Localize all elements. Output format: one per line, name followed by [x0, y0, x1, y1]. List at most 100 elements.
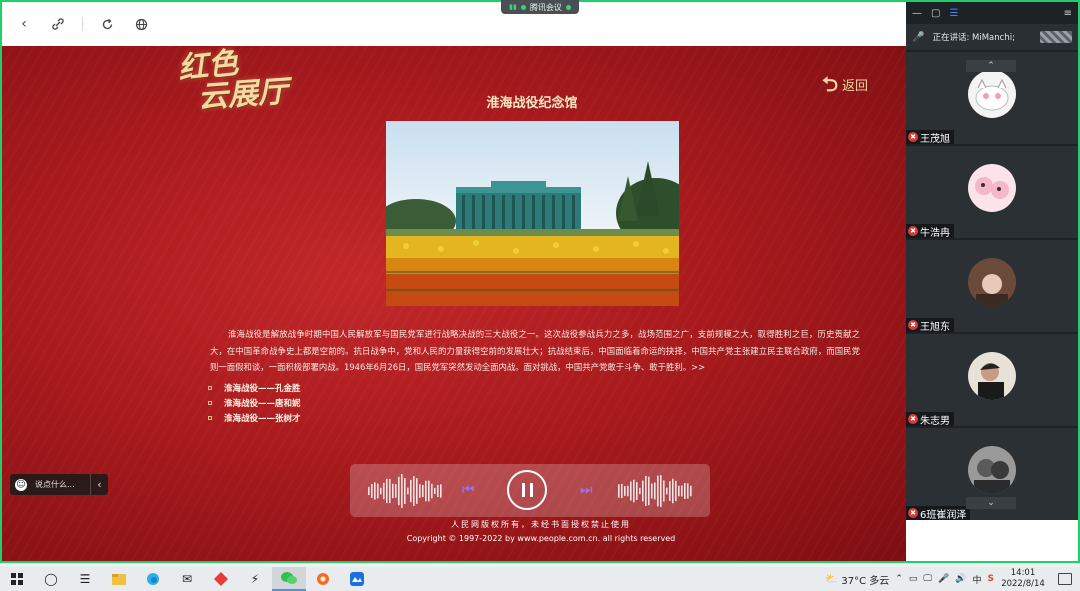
- notification-center-icon[interactable]: [1058, 573, 1072, 585]
- meeting-status-pill[interactable]: ▮▮ 腾讯会议: [501, 0, 579, 14]
- clock-date: 2022/8/14: [1001, 579, 1045, 589]
- app-bolt-icon[interactable]: ⚡: [238, 567, 272, 591]
- video-panel-toolbar: — ▢ ☰ ≡: [906, 2, 1078, 24]
- windows-start-icon[interactable]: [0, 567, 34, 591]
- return-label: 返回: [842, 78, 869, 94]
- waveform-bar: [636, 482, 638, 500]
- waveform-bar: [440, 484, 442, 498]
- previous-track-button[interactable]: ⏮: [462, 482, 478, 498]
- tray-chevron-up-icon[interactable]: ⌃: [895, 574, 903, 584]
- waveform-bar: [678, 485, 680, 497]
- avatar: [968, 164, 1016, 212]
- volume-icon[interactable]: 🔊: [955, 574, 966, 584]
- microphone-tray-icon[interactable]: 🎤: [938, 574, 949, 584]
- avatar: [968, 258, 1016, 306]
- waveform-bar: [398, 476, 400, 506]
- mail-icon[interactable]: ✉: [170, 567, 204, 591]
- globe-icon[interactable]: [131, 14, 151, 34]
- wechat-icon[interactable]: [272, 567, 306, 591]
- system-clock[interactable]: 14:01 2022/8/14: [1000, 568, 1046, 590]
- waveform-bar: [672, 478, 674, 504]
- participant-tile[interactable]: ✖ 牛浩冉: [906, 146, 1078, 239]
- speaker-level-icon: [1040, 31, 1072, 43]
- pause-bar-left: [521, 483, 525, 497]
- story-link-item[interactable]: 淮海战役——孔金胜: [208, 380, 301, 395]
- browser-toolbar: ‹: [2, 2, 906, 46]
- waveform-bar: [621, 483, 623, 499]
- participant-name: ✖ 王茂旭: [906, 130, 954, 145]
- footer-copyright: Copyright © 1997-2022 by www.people.com.…: [406, 534, 676, 543]
- waveform-bar: [648, 476, 650, 506]
- waveform-bar: [684, 483, 686, 499]
- network-icon[interactable]: 🖵: [923, 574, 932, 584]
- waveform-bar: [675, 480, 677, 502]
- window-icon[interactable]: ▢: [931, 8, 940, 19]
- cloud-sun-icon: ⛅: [824, 573, 838, 585]
- participant-tile[interactable]: ✖ 王旭东: [906, 240, 1078, 333]
- waveform-bar: [642, 480, 644, 502]
- bullet-icon: [208, 415, 212, 420]
- tencent-meeting-icon[interactable]: [340, 567, 374, 591]
- avatar: [968, 352, 1016, 400]
- toolbar-divider: [82, 17, 83, 31]
- minimize-icon[interactable]: —: [912, 8, 922, 19]
- app-orange-icon[interactable]: [306, 567, 340, 591]
- weather-widget[interactable]: ⛅ 37°C 多云: [825, 572, 889, 587]
- chevron-left-icon[interactable]: ‹: [90, 474, 108, 495]
- sogou-input-icon[interactable]: S: [988, 574, 994, 584]
- waveform-bar: [657, 475, 659, 507]
- app-red-diamond-icon[interactable]: [204, 567, 238, 591]
- story-link-label: 淮海战役——孔金胜: [224, 383, 301, 394]
- refresh-icon[interactable]: [97, 14, 117, 34]
- meeting-status-dot-right: [565, 4, 571, 10]
- waveform-bar: [681, 485, 683, 497]
- bullet-icon: [208, 400, 212, 405]
- waveform-bar: [666, 487, 668, 495]
- pause-button[interactable]: [507, 470, 547, 510]
- waveform-bar: [386, 478, 388, 504]
- participant-name-text: 牛浩冉: [920, 227, 950, 239]
- battery-icon[interactable]: ▭: [909, 574, 918, 584]
- waveform-bar: [401, 474, 403, 508]
- participant-list: ✖ 王茂旭 ✖ 牛浩冉 ✖ 王旭东 ✖ 朱志男 ✖ 6班崔润泽: [906, 52, 1078, 522]
- input-method-indicator[interactable]: 中: [973, 573, 982, 586]
- back-icon[interactable]: ‹: [14, 14, 34, 34]
- story-link-label: 淮海战役——唐和妮: [224, 398, 301, 409]
- waveform-bar: [425, 480, 427, 502]
- task-view-icon[interactable]: ☰: [68, 567, 102, 591]
- participant-tile[interactable]: ✖ 朱志男: [906, 334, 1078, 427]
- menu-icon[interactable]: ≡: [1064, 8, 1072, 19]
- waveform-bar: [434, 487, 436, 495]
- search-icon[interactable]: ◯: [34, 567, 68, 591]
- scroll-up-button[interactable]: ⌃: [966, 60, 1016, 72]
- layout-icon[interactable]: ☰: [949, 8, 958, 19]
- waveform-bar: [413, 476, 415, 506]
- story-link-item[interactable]: 淮海战役——唐和妮: [208, 395, 301, 410]
- screen: ▮▮ 腾讯会议 ‹ 红色 云展厅 ⮌ 返回 淮海战役纪念馆 淮海战役是解放战争时…: [0, 0, 1080, 591]
- return-button[interactable]: ⮌ 返回: [822, 74, 868, 94]
- edge-browser-icon[interactable]: [136, 567, 170, 591]
- waveform-right: [618, 475, 692, 507]
- emoji-icon[interactable]: ☺: [15, 478, 27, 491]
- participant-name-text: 朱志男: [920, 415, 950, 427]
- mic-muted-icon: ✖: [908, 132, 918, 142]
- waveform-bar: [428, 480, 430, 502]
- participant-name-text: 王旭东: [920, 321, 950, 333]
- meeting-status-dot: [520, 4, 526, 10]
- scroll-down-button[interactable]: ⌄: [966, 497, 1016, 509]
- exhibition-page: 红色 云展厅 ⮌ 返回 淮海战役纪念馆 淮海战役是解放战争时期中国人民解放军与国…: [2, 46, 906, 563]
- next-track-button[interactable]: ⏭: [580, 482, 596, 498]
- story-link-item[interactable]: 淮海战役——张树才: [208, 410, 301, 425]
- waveform-left: [368, 474, 442, 508]
- waveform-bar: [651, 483, 653, 499]
- comment-input[interactable]: ☺ 说点什么... ‹: [10, 474, 108, 495]
- participant-name-text: 6班崔润泽: [920, 509, 967, 521]
- waveform-bar: [410, 479, 412, 503]
- link-icon[interactable]: [48, 14, 68, 34]
- file-explorer-icon[interactable]: [102, 567, 136, 591]
- windows-taskbar: ◯ ☰ ✉ ⚡ ⛅ 37°C 多云 ⌃ ▭ 🖵 🎤 🔊 中 S 14:01 20…: [0, 567, 1080, 591]
- participant-name: ✖ 牛浩冉: [906, 224, 954, 239]
- red-cloud-hall-logo: 红色 云展厅: [176, 46, 289, 118]
- waveform-bar: [416, 478, 418, 504]
- participant-name: ✖ 朱志男: [906, 412, 954, 427]
